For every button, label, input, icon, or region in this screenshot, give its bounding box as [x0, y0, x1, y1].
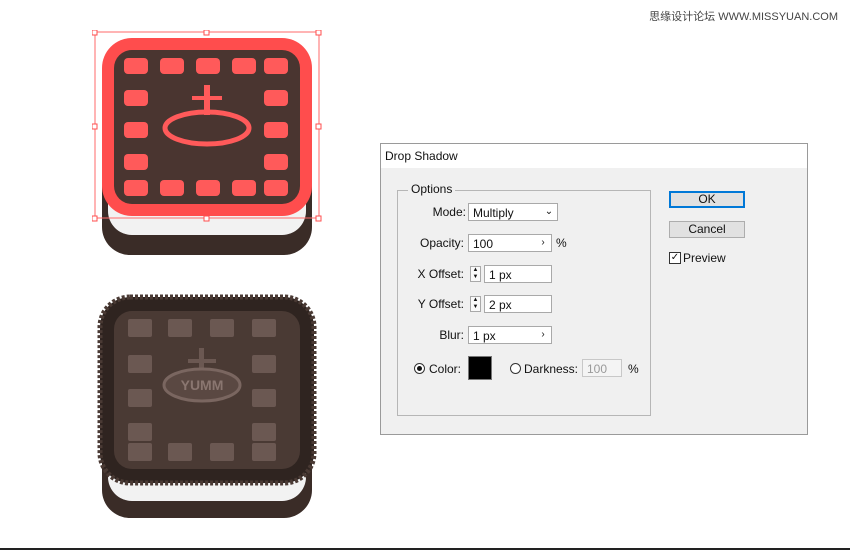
blur-field[interactable]: 1 px ›: [468, 326, 552, 344]
watermark-text: 思缘设计论坛 WWW.MISSYUAN.COM: [649, 11, 838, 23]
opacity-value: 100: [473, 237, 494, 251]
cancel-button[interactable]: Cancel: [669, 221, 745, 238]
mode-value: Multiply: [473, 206, 514, 220]
color-swatch[interactable]: [468, 356, 492, 380]
darkness-value: 100: [587, 362, 608, 376]
x-offset-value: 1 px: [489, 268, 512, 282]
blur-value: 1 px: [473, 329, 496, 343]
darkness-field[interactable]: 100: [582, 359, 622, 377]
drop-shadow-dialog: Drop Shadow Options Mode: Multiply ⌄ Opa…: [380, 143, 808, 435]
selected-cookie-artwork[interactable]: [92, 30, 322, 260]
blur-label: Blur:: [439, 328, 464, 342]
mode-select[interactable]: Multiply ⌄: [468, 203, 558, 221]
preview-checkbox[interactable]: ✓: [669, 252, 681, 264]
color-label: Color:: [429, 362, 462, 376]
chevron-right-icon[interactable]: ›: [537, 328, 549, 342]
svg-text:YUMM: YUMM: [181, 377, 224, 393]
options-legend: Options: [408, 182, 456, 196]
darkness-radio[interactable]: [510, 363, 521, 374]
y-offset-value: 2 px: [489, 298, 512, 312]
divider: [0, 548, 850, 550]
darkness-label: Darkness:: [524, 362, 579, 376]
cookie-artwork: YUMM: [97, 294, 317, 518]
y-offset-field[interactable]: 2 px: [484, 295, 552, 313]
y-offset-stepper-icon[interactable]: ▲ ▼: [470, 296, 481, 312]
options-group: Options Mode: Multiply ⌄ Opacity: 100 › …: [397, 182, 651, 416]
preview-label: Preview: [683, 251, 726, 265]
y-offset-label: Y Offset:: [417, 297, 464, 311]
color-radio[interactable]: [414, 363, 425, 374]
x-offset-label: X Offset:: [417, 267, 464, 281]
darkness-unit: %: [628, 362, 639, 376]
x-offset-field[interactable]: 1 px: [484, 265, 552, 283]
dialog-title: Drop Shadow: [381, 144, 807, 168]
opacity-unit: %: [556, 236, 567, 250]
chevron-down-icon: ⌄: [544, 206, 554, 217]
opacity-label: Opacity:: [419, 236, 464, 250]
opacity-field[interactable]: 100 ›: [468, 234, 552, 252]
x-offset-stepper-icon[interactable]: ▲ ▼: [470, 266, 481, 282]
chevron-right-icon[interactable]: ›: [537, 236, 549, 250]
ok-button[interactable]: OK: [669, 191, 745, 208]
mode-label: Mode:: [432, 205, 466, 219]
